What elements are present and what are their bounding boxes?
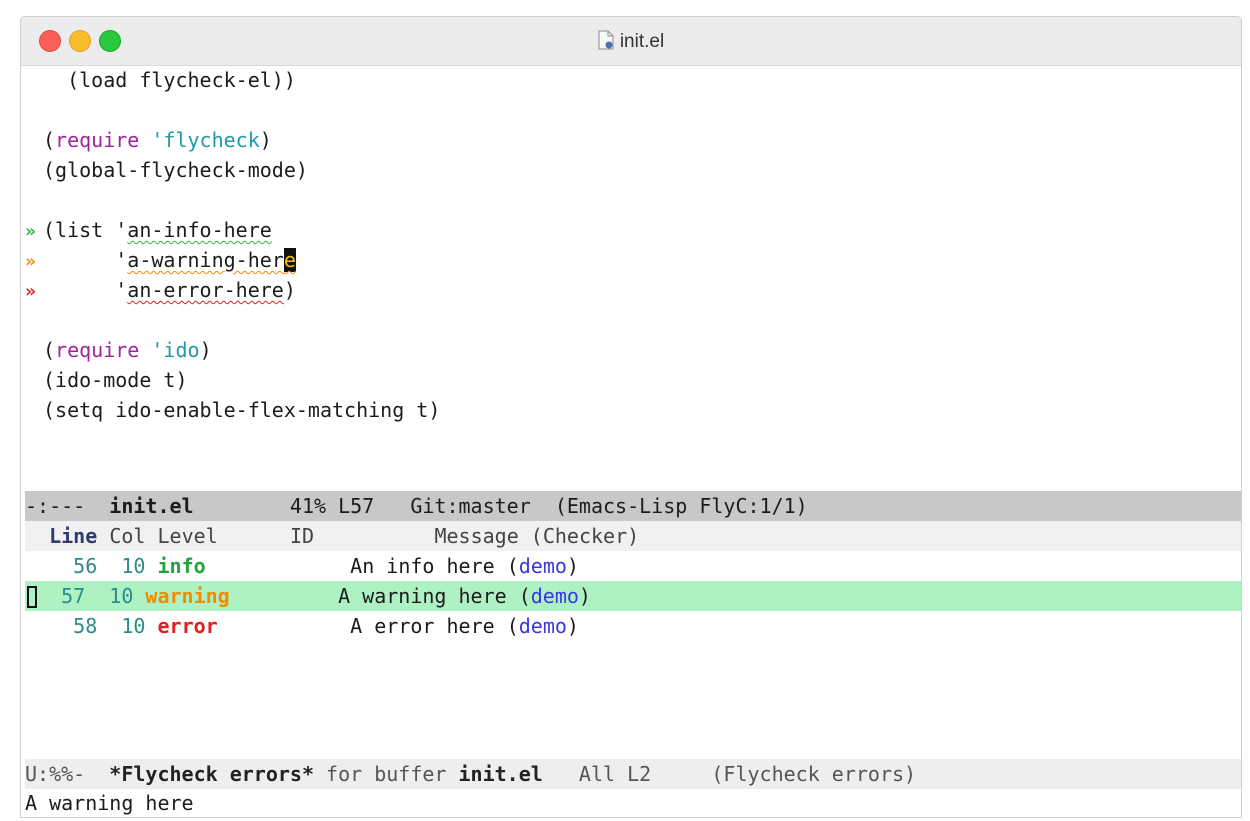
code-line: (require 'flycheck) [43, 128, 272, 152]
warning-fringe-marker-icon[interactable]: » [25, 247, 43, 277]
error-list-header: Line Col Level ID Message (Checker) [25, 521, 1241, 551]
error-row-warning[interactable]: 57 10 warning A warning here (demo) [25, 581, 1241, 611]
code-line: (ido-mode t) [43, 368, 188, 392]
error-row-info[interactable]: 56 10 info An info here (demo) [25, 551, 1241, 581]
column-header-message[interactable]: Message (Checker) [434, 524, 639, 548]
info-highlight: an-info-here [127, 218, 272, 242]
code-line: (setq ido-enable-flex-matching t) [43, 398, 441, 422]
column-header-col[interactable]: Col [109, 524, 145, 548]
code-line: (require 'ido) [43, 338, 212, 362]
echo-area: A warning here [25, 791, 194, 815]
column-header-id[interactable]: ID [290, 524, 314, 548]
warning-highlight: a-warning-here [127, 248, 296, 272]
code-line: (load flycheck-el)) [43, 68, 296, 92]
flycheck-errors-list[interactable]: Line Col Level ID Message (Checker) 56 1… [25, 521, 1241, 759]
mode-line-target-buffer[interactable]: init.el [459, 762, 543, 786]
text-cursor: e [283, 248, 296, 272]
code-line: (global-flycheck-mode) [43, 158, 308, 182]
document-icon [598, 30, 614, 50]
error-row-error[interactable]: 58 10 error A error here (demo) [25, 611, 1241, 641]
code-line: » 'an-error-here) [25, 275, 1241, 305]
column-header-line[interactable]: Line [49, 524, 97, 548]
info-fringe-marker-icon[interactable]: » [25, 217, 43, 247]
emacs-window: init.el (load flycheck-el)) (require 'fl… [20, 16, 1242, 818]
code-line: » (list 'an-info-here [25, 215, 1241, 245]
error-highlight: an-error-here [127, 278, 284, 302]
window-title-text: init.el [619, 31, 665, 52]
mode-line-vc[interactable]: Git:master [410, 494, 555, 518]
title-bar: init.el [21, 17, 1241, 66]
code-editor[interactable]: (load flycheck-el)) (require 'flycheck) … [25, 65, 1241, 491]
mode-line-editor[interactable]: -:--- init.el 41% L57 Git:master (Emacs-… [25, 491, 1241, 521]
mode-line-modes[interactable]: (Emacs-Lisp FlyC:1/1) [555, 494, 808, 518]
list-cursor [27, 586, 37, 608]
mode-line-errors[interactable]: U:%%- *Flycheck errors* for buffer init.… [25, 759, 1241, 789]
mode-line-errors-buffer[interactable]: *Flycheck errors* [109, 762, 314, 786]
code-line: » 'a-warning-here [25, 245, 1241, 275]
mode-line-buffer-name[interactable]: init.el [109, 494, 193, 518]
window-title: init.el [21, 30, 1241, 53]
mode-line-errors-modes[interactable]: (Flycheck errors) [711, 762, 916, 786]
error-fringe-marker-icon[interactable]: » [25, 277, 43, 307]
column-header-level[interactable]: Level [157, 524, 217, 548]
